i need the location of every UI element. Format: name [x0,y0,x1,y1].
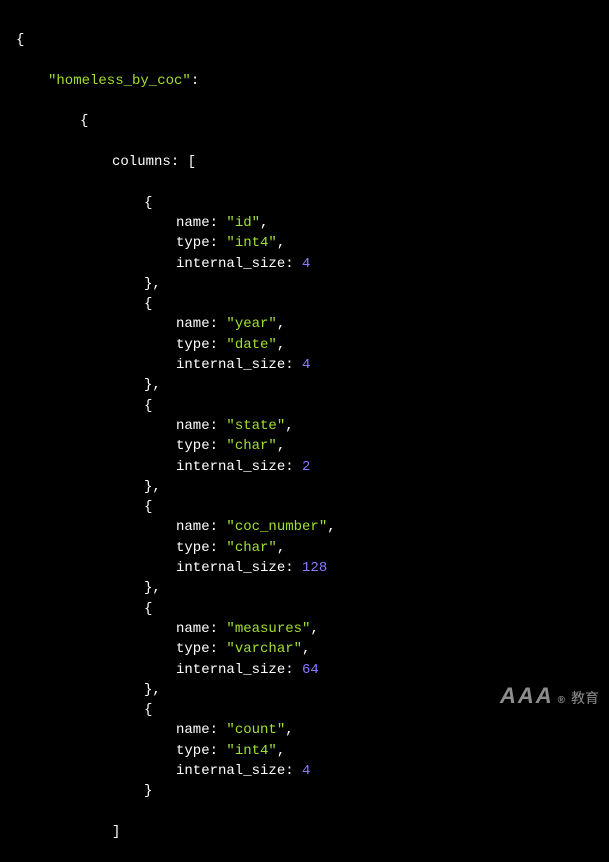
prop-type: type [176,438,210,454]
table-key-line: "homeless_by_coc": [16,71,593,91]
column-object-close: }, [16,274,593,294]
columns-array-close: ] [16,822,593,842]
column-object-open: { [16,497,593,517]
column-size-value: 4 [302,256,310,272]
column-type-line: type: "int4", [16,741,593,761]
column-object-close: }, [16,477,593,497]
prop-name: name [176,519,210,535]
column-type-line: type: "varchar", [16,639,593,659]
column-type-line: type: "char", [16,436,593,456]
column-object-open: { [16,396,593,416]
column-name-line: name: "measures", [16,619,593,639]
column-object-close: } [16,781,593,801]
column-size-line: internal_size: 4 [16,254,593,274]
column-object-close: }, [16,578,593,598]
column-object-open: { [16,193,593,213]
column-size-value: 64 [302,662,319,678]
column-size-value: 4 [302,357,310,373]
watermark-text: AAA [500,680,554,712]
column-type-value: "char" [226,438,276,454]
prop-name: name [176,722,210,738]
column-type-line: type: "int4", [16,233,593,253]
column-type-value: "char" [226,540,276,556]
watermark-reg: ® [558,694,567,709]
column-size-value: 4 [302,763,310,779]
prop-size: internal_size [176,662,285,678]
prop-size: internal_size [176,459,285,475]
column-name-value: "id" [226,215,260,231]
prop-size: internal_size [176,763,285,779]
column-name-value: "state" [226,418,285,434]
column-size-value: 2 [302,459,310,475]
column-size-line: internal_size: 64 [16,660,593,680]
prop-type: type [176,743,210,759]
column-name-value: "count" [226,722,285,738]
column-type-value: "date" [226,337,276,353]
column-name-line: name: "state", [16,416,593,436]
column-name-line: name: "year", [16,314,593,334]
prop-name: name [176,316,210,332]
prop-type: type [176,641,210,657]
column-size-value: 128 [302,560,327,576]
json-code-block: { "homeless_by_coc": { columns: [ {name:… [16,10,593,862]
prop-type: type [176,540,210,556]
column-size-line: internal_size: 128 [16,558,593,578]
column-type-line: type: "date", [16,335,593,355]
column-size-line: internal_size: 4 [16,761,593,781]
prop-name: name [176,621,210,637]
column-name-line: name: "coc_number", [16,517,593,537]
prop-size: internal_size [176,256,285,272]
prop-type: type [176,337,210,353]
table-object-open: { [16,111,593,131]
column-type-value: "varchar" [226,641,302,657]
brace-open: { [16,30,593,50]
prop-size: internal_size [176,560,285,576]
column-name-value: "measures" [226,621,310,637]
prop-size: internal_size [176,357,285,373]
prop-name: name [176,215,210,231]
table-key: "homeless_by_coc" [48,73,191,89]
column-type-value: "int4" [226,743,276,759]
column-type-value: "int4" [226,235,276,251]
watermark-cn: 教育 [571,688,599,708]
column-name-value: "coc_number" [226,519,327,535]
column-object-open: { [16,294,593,314]
column-type-line: type: "char", [16,538,593,558]
prop-name: name [176,418,210,434]
prop-type: type [176,235,210,251]
watermark: AAA ® 教育 [500,680,599,712]
column-name-value: "year" [226,316,276,332]
column-name-line: name: "count", [16,720,593,740]
column-size-line: internal_size: 4 [16,355,593,375]
columns-label: columns [112,154,171,170]
column-object-close: }, [16,375,593,395]
column-object-open: { [16,599,593,619]
columns-key-line: columns: [ [16,152,593,172]
column-name-line: name: "id", [16,213,593,233]
column-size-line: internal_size: 2 [16,457,593,477]
